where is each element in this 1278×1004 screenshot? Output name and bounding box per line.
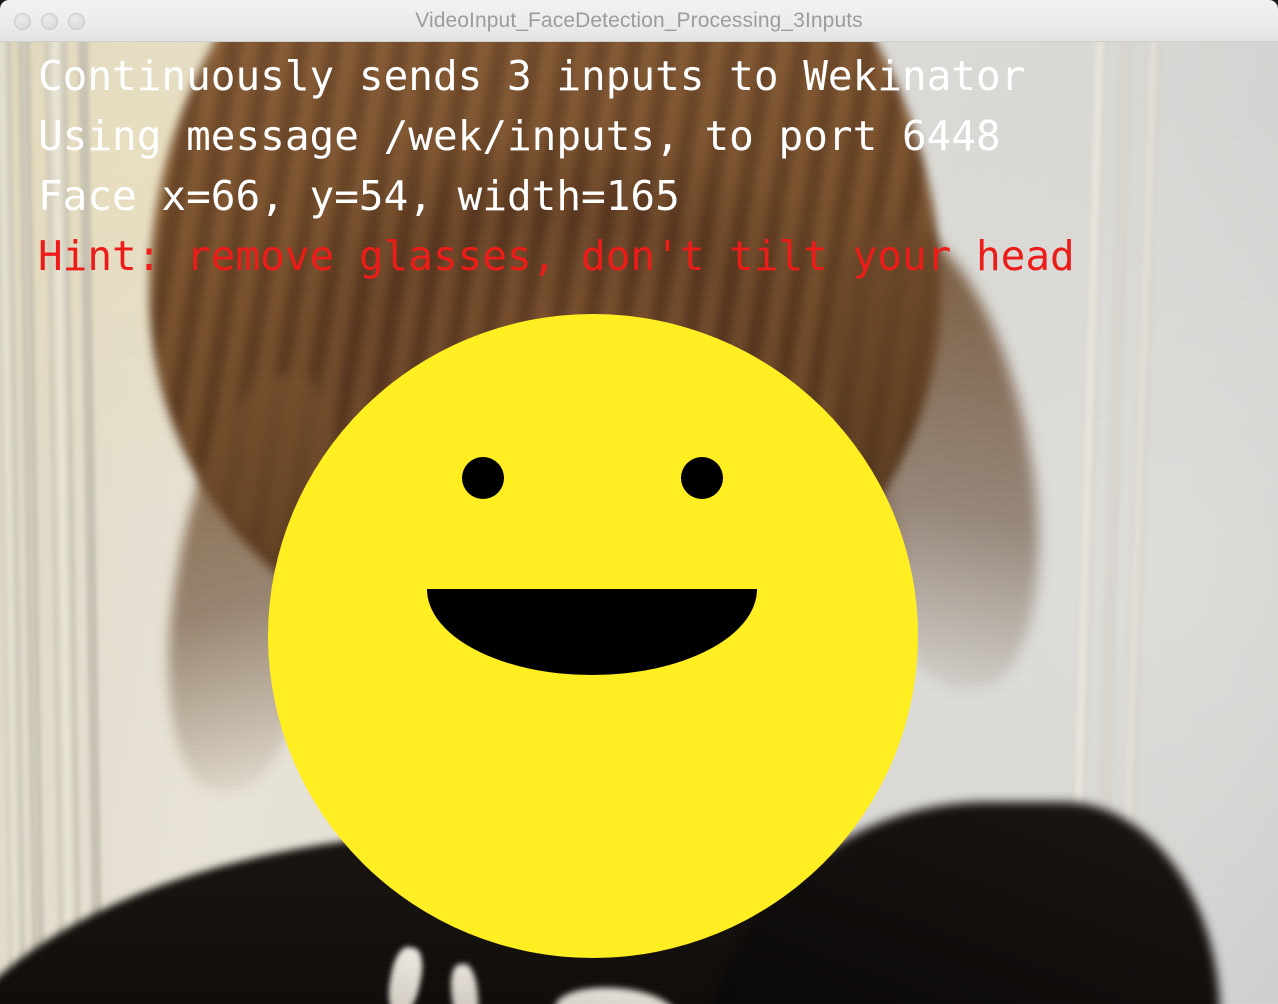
window-title: VideoInput_FaceDetection_Processing_3Inp… bbox=[415, 9, 863, 32]
application-window: VideoInput_FaceDetection_Processing_3Inp… bbox=[0, 0, 1278, 1004]
video-canvas[interactable]: Continuously sends 3 inputs to Wekinator… bbox=[0, 42, 1278, 1004]
title-bar: VideoInput_FaceDetection_Processing_3Inp… bbox=[0, 0, 1278, 42]
smiley-left-eye bbox=[462, 457, 504, 499]
smiley-right-eye bbox=[681, 457, 723, 499]
smiley-face-overlay bbox=[268, 314, 918, 958]
